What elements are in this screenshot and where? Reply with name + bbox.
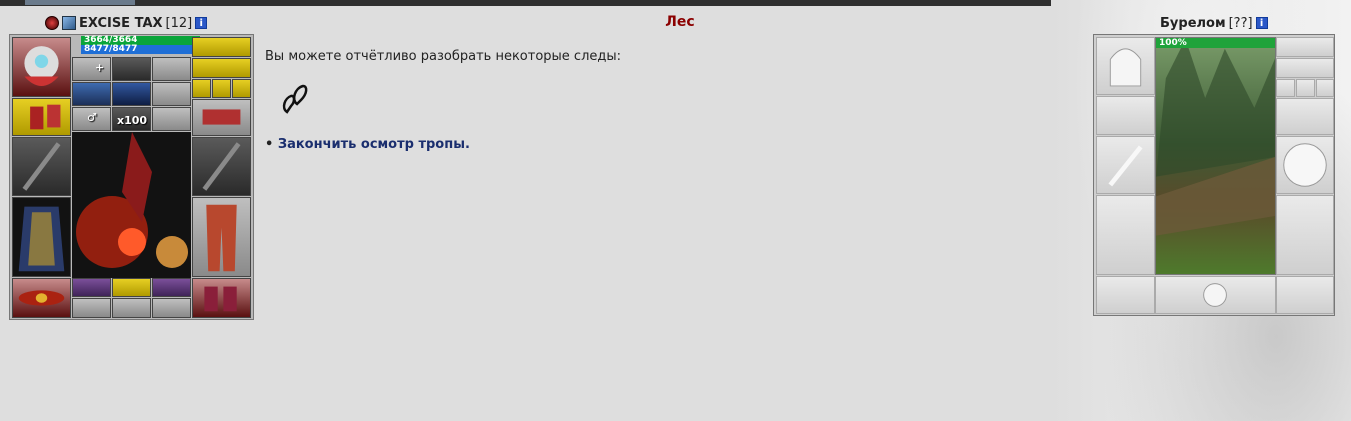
bullet: • xyxy=(265,137,274,152)
trace-description: Вы можете отчётливо разобрать некоторые … xyxy=(265,49,622,64)
opponent-shield-slot[interactable] xyxy=(1276,136,1334,194)
emblem-icon xyxy=(1203,283,1227,307)
opponent-ring-2[interactable] xyxy=(1296,79,1315,97)
amulet-slot[interactable] xyxy=(192,58,251,78)
helmet-icon xyxy=(24,46,59,86)
opponent-hp-text: 100% xyxy=(1159,38,1187,48)
empty-slot-3[interactable] xyxy=(152,298,191,318)
opponent-helmet-slot[interactable] xyxy=(1096,37,1155,95)
bottom-slot-1[interactable] xyxy=(72,278,111,297)
rune-slot-1[interactable]: + xyxy=(72,57,111,81)
opponent-weapon-slot[interactable] xyxy=(1096,136,1155,194)
bracer-icon xyxy=(30,104,61,130)
opponent-info-icon[interactable]: i xyxy=(1255,17,1268,29)
opponent-emblem-slot xyxy=(1155,276,1276,314)
belt-slot[interactable] xyxy=(12,278,71,318)
clan-icon[interactable] xyxy=(45,16,59,30)
helmet-slot[interactable] xyxy=(12,37,71,97)
opponent-header: Бурелом [??] i xyxy=(1160,15,1268,31)
opponent-pants-slot[interactable] xyxy=(1276,195,1334,275)
feather-slot[interactable] xyxy=(152,107,191,131)
rune-slot-2[interactable] xyxy=(112,57,151,81)
alignment-icon[interactable] xyxy=(62,16,76,30)
opponent-name[interactable]: Бурелом xyxy=(1160,16,1226,31)
location-title: Лес xyxy=(665,14,695,30)
armor-icon xyxy=(18,206,65,272)
pants-icon xyxy=(206,204,237,272)
player-name[interactable]: EXCISE TAX xyxy=(79,16,163,31)
player-info-icon[interactable]: i xyxy=(195,17,208,29)
spell-slot-2[interactable] xyxy=(112,82,151,106)
crutch-icon xyxy=(22,142,61,191)
helmet-icon xyxy=(1109,48,1142,87)
opponent-armor-slot[interactable] xyxy=(1096,195,1155,275)
elixir-slot[interactable]: ♂ xyxy=(72,107,111,131)
boots-icon xyxy=(204,286,237,312)
footprints-icon[interactable] xyxy=(277,82,313,118)
opponent-boots-slot[interactable] xyxy=(1276,276,1334,314)
windfall-art xyxy=(1156,38,1275,236)
elixir-icon: ♂ xyxy=(87,111,97,124)
armor-slot[interactable] xyxy=(12,197,71,277)
offhand-slot[interactable] xyxy=(192,137,251,196)
stack-count: x100 xyxy=(117,114,148,127)
opponent-amulet-slot[interactable] xyxy=(1276,58,1334,78)
sword-icon xyxy=(1108,145,1143,187)
opponent-ring-3[interactable] xyxy=(1316,79,1334,97)
ring-slot-2[interactable] xyxy=(212,79,231,98)
player-mana-bar: 8477/8477 xyxy=(81,45,200,54)
opponent-level: [??] xyxy=(1228,15,1253,31)
bottom-slot-2[interactable] xyxy=(112,278,151,297)
plus-icon: + xyxy=(95,61,105,74)
empty-slot-1[interactable] xyxy=(72,298,111,318)
opponent-earring-slot[interactable] xyxy=(1276,37,1334,57)
opponent-bracer-slot[interactable] xyxy=(1096,96,1155,135)
earring-slot[interactable] xyxy=(192,37,251,57)
gloves-slot[interactable] xyxy=(192,99,251,136)
top-tab xyxy=(25,0,135,5)
ring-slot-3[interactable] xyxy=(232,79,251,98)
shield-icon xyxy=(1283,143,1327,187)
finish-inspection: • Закончить осмотр тропы. xyxy=(265,137,470,152)
scroll-stack-slot[interactable]: x100 xyxy=(112,107,151,131)
pants-slot[interactable] xyxy=(192,197,251,277)
spell-slot-3[interactable] xyxy=(152,82,191,106)
spell-slot-1[interactable] xyxy=(72,82,111,106)
empty-slot-2[interactable] xyxy=(112,298,151,318)
opponent-equipment-panel: 100% xyxy=(1093,34,1335,316)
belt-icon xyxy=(18,290,65,306)
opponent-ring-1[interactable] xyxy=(1276,79,1295,97)
opponent-belt-slot[interactable] xyxy=(1096,276,1155,314)
character-image xyxy=(72,132,191,278)
bracer-slot[interactable] xyxy=(12,98,71,136)
opponent-gloves-slot[interactable] xyxy=(1276,98,1334,135)
finish-inspection-link[interactable]: Закончить осмотр тропы. xyxy=(278,137,470,152)
player-level: [12] xyxy=(165,15,193,31)
rune-slot-3[interactable] xyxy=(152,57,191,81)
player-equipment-panel: 3664/3664 8477/8477 + ♂ x100 xyxy=(9,34,254,320)
weapon-slot[interactable] xyxy=(12,137,71,196)
bottom-slot-3[interactable] xyxy=(152,278,191,297)
player-header: EXCISE TAX [12] i xyxy=(45,15,208,31)
crutch-icon-2 xyxy=(202,142,241,191)
gloves-icon xyxy=(202,109,241,125)
opponent-image xyxy=(1155,37,1276,275)
opponent-hp-bar: 100% xyxy=(1156,38,1275,48)
character-art xyxy=(76,132,188,268)
boots-slot[interactable] xyxy=(192,278,251,318)
ring-slot-1[interactable] xyxy=(192,79,211,98)
